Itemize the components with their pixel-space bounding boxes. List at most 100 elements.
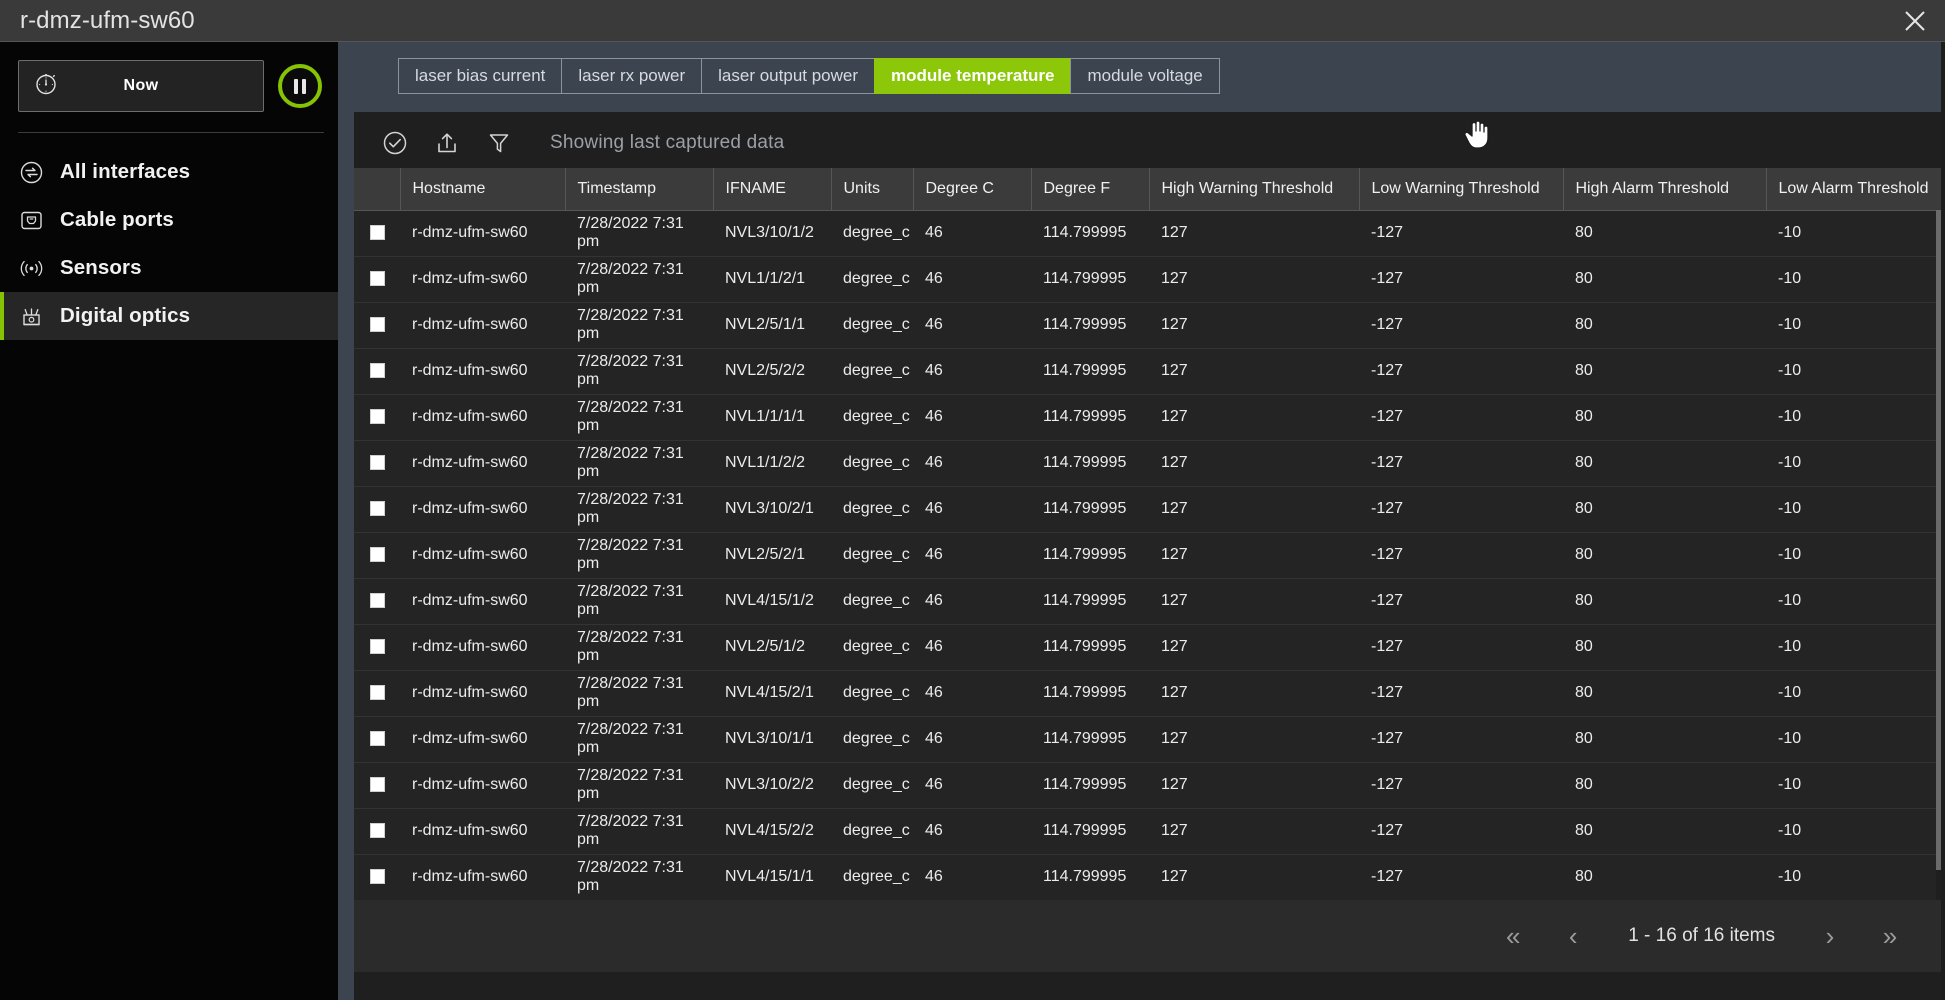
last-page-button[interactable]: » [1863, 912, 1917, 960]
row-checkbox[interactable] [370, 685, 385, 700]
table-row[interactable]: r-dmz-ufm-sw607/28/2022 7:31 pmNVL4/15/2… [354, 808, 1945, 854]
sidebar-item-label: Digital optics [60, 304, 190, 328]
column-header-low-alarm[interactable]: Low Alarm Threshold [1766, 168, 1945, 210]
row-checkbox[interactable] [370, 731, 385, 746]
tab-laser-rx-power[interactable]: laser rx power [561, 58, 701, 94]
sidebar-item-cable-ports[interactable]: Cable ports [0, 196, 338, 244]
table-row[interactable]: r-dmz-ufm-sw607/28/2022 7:31 pmNVL4/15/1… [354, 854, 1945, 900]
row-checkbox-cell[interactable] [354, 440, 400, 486]
row-checkbox[interactable] [370, 225, 385, 240]
table-row[interactable]: r-dmz-ufm-sw607/28/2022 7:31 pmNVL2/5/1/… [354, 624, 1945, 670]
table-row[interactable]: r-dmz-ufm-sw607/28/2022 7:31 pmNVL3/10/1… [354, 716, 1945, 762]
column-header-low-warning[interactable]: Low Warning Threshold [1359, 168, 1563, 210]
table-row[interactable]: r-dmz-ufm-sw607/28/2022 7:31 pmNVL2/5/2/… [354, 532, 1945, 578]
next-page-button[interactable]: › [1803, 912, 1857, 960]
cell-high-alarm: 80 [1563, 440, 1766, 486]
digital-optics-icon [14, 304, 48, 329]
first-page-button[interactable]: « [1486, 912, 1540, 960]
table-row[interactable]: r-dmz-ufm-sw607/28/2022 7:31 pmNVL3/10/1… [354, 210, 1945, 256]
column-header-high-warning[interactable]: High Warning Threshold [1149, 168, 1359, 210]
table-row[interactable]: r-dmz-ufm-sw607/28/2022 7:31 pmNVL3/10/2… [354, 762, 1945, 808]
row-checkbox[interactable] [370, 501, 385, 516]
sidebar-item-digital-optics[interactable]: Digital optics [0, 292, 338, 340]
cell-ifname: NVL2/5/2/2 [713, 348, 831, 394]
row-checkbox[interactable] [370, 593, 385, 608]
cell-hostname: r-dmz-ufm-sw60 [400, 486, 565, 532]
filter-funnel-icon[interactable] [482, 126, 516, 160]
row-checkbox-cell[interactable] [354, 854, 400, 900]
cell-timestamp: 7/28/2022 7:31 pm [565, 302, 713, 348]
table-row[interactable]: r-dmz-ufm-sw607/28/2022 7:31 pmNVL2/5/1/… [354, 302, 1945, 348]
row-checkbox-cell[interactable] [354, 486, 400, 532]
column-header-degree-c[interactable]: Degree C [913, 168, 1031, 210]
row-checkbox-cell[interactable] [354, 210, 400, 256]
row-checkbox-cell[interactable] [354, 302, 400, 348]
export-upload-icon[interactable] [430, 126, 464, 160]
row-checkbox[interactable] [370, 869, 385, 884]
row-checkbox-cell[interactable] [354, 624, 400, 670]
cell-low-warning: -127 [1359, 854, 1563, 900]
row-checkbox[interactable] [370, 409, 385, 424]
cell-low-alarm: -10 [1766, 302, 1945, 348]
pagination-bar: « ‹ 1 - 16 of 16 items › » [354, 900, 1945, 972]
row-checkbox-cell[interactable] [354, 348, 400, 394]
cell-high-alarm: 80 [1563, 210, 1766, 256]
cell-degree-c: 46 [913, 716, 1031, 762]
cell-high-alarm: 80 [1563, 532, 1766, 578]
row-checkbox[interactable] [370, 639, 385, 654]
row-checkbox-cell[interactable] [354, 762, 400, 808]
cell-degree-c: 46 [913, 762, 1031, 808]
cell-high-warning: 127 [1149, 578, 1359, 624]
row-checkbox-cell[interactable] [354, 578, 400, 624]
row-checkbox[interactable] [370, 823, 385, 838]
table-row[interactable]: r-dmz-ufm-sw607/28/2022 7:31 pmNVL3/10/2… [354, 486, 1945, 532]
sidebar-item-all-interfaces[interactable]: All interfaces [0, 148, 338, 196]
row-checkbox[interactable] [370, 363, 385, 378]
row-checkbox[interactable] [370, 547, 385, 562]
column-header-hostname[interactable]: Hostname [400, 168, 565, 210]
cell-high-warning: 127 [1149, 440, 1359, 486]
column-header-degree-f[interactable]: Degree F [1031, 168, 1149, 210]
metric-tabs: laser bias current laser rx power laser … [398, 58, 1220, 94]
row-checkbox-cell[interactable] [354, 532, 400, 578]
cell-units: degree_c [831, 210, 913, 256]
cell-ifname: NVL4/15/1/2 [713, 578, 831, 624]
cell-degree-c: 46 [913, 348, 1031, 394]
column-header-timestamp[interactable]: Timestamp [565, 168, 713, 210]
cell-low-alarm: -10 [1766, 624, 1945, 670]
row-checkbox-cell[interactable] [354, 394, 400, 440]
sidebar-item-sensors[interactable]: Sensors [0, 244, 338, 292]
row-checkbox-cell[interactable] [354, 256, 400, 302]
cell-degree-c: 46 [913, 808, 1031, 854]
cell-degree-c: 46 [913, 578, 1031, 624]
close-icon[interactable] [1893, 2, 1937, 40]
column-header-units[interactable]: Units [831, 168, 913, 210]
tab-module-temperature[interactable]: module temperature [874, 58, 1070, 94]
table-row[interactable]: r-dmz-ufm-sw607/28/2022 7:31 pmNVL4/15/1… [354, 578, 1945, 624]
row-checkbox[interactable] [370, 455, 385, 470]
cell-units: degree_c [831, 302, 913, 348]
row-checkbox-cell[interactable] [354, 808, 400, 854]
table-row[interactable]: r-dmz-ufm-sw607/28/2022 7:31 pmNVL1/1/1/… [354, 394, 1945, 440]
row-checkbox-cell[interactable] [354, 716, 400, 762]
tab-laser-output-power[interactable]: laser output power [701, 58, 874, 94]
tab-module-voltage[interactable]: module voltage [1070, 58, 1219, 94]
row-checkbox-cell[interactable] [354, 670, 400, 716]
column-header-ifname[interactable]: IFNAME [713, 168, 831, 210]
table-row[interactable]: r-dmz-ufm-sw607/28/2022 7:31 pmNVL4/15/2… [354, 670, 1945, 716]
prev-page-button[interactable]: ‹ [1546, 912, 1600, 960]
table-row[interactable]: r-dmz-ufm-sw607/28/2022 7:31 pmNVL1/1/2/… [354, 440, 1945, 486]
row-checkbox[interactable] [370, 317, 385, 332]
cell-hostname: r-dmz-ufm-sw60 [400, 532, 565, 578]
table-row[interactable]: r-dmz-ufm-sw607/28/2022 7:31 pmNVL2/5/2/… [354, 348, 1945, 394]
check-circle-icon[interactable] [378, 126, 412, 160]
table-row[interactable]: r-dmz-ufm-sw607/28/2022 7:31 pmNVL1/1/2/… [354, 256, 1945, 302]
select-all-header[interactable] [354, 168, 400, 210]
cell-low-alarm: -10 [1766, 486, 1945, 532]
pause-button[interactable] [278, 64, 322, 108]
column-header-high-alarm[interactable]: High Alarm Threshold [1563, 168, 1766, 210]
row-checkbox[interactable] [370, 271, 385, 286]
row-checkbox[interactable] [370, 777, 385, 792]
now-button[interactable]: Now [18, 60, 264, 112]
tab-laser-bias-current[interactable]: laser bias current [398, 58, 561, 94]
